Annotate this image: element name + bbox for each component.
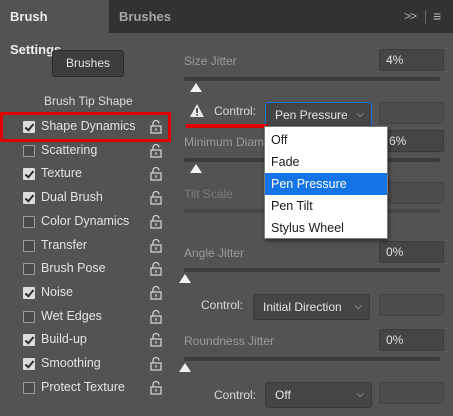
tilt-scale-label: Tilt Scale — [184, 187, 233, 201]
dropdown-option-off[interactable]: Off — [265, 129, 387, 151]
angle-jitter-slider[interactable] — [184, 268, 440, 272]
header-divider — [425, 10, 426, 24]
shape-dynamics-highlight — [0, 112, 171, 142]
brushes-button[interactable]: Brushes — [52, 50, 124, 77]
dropdown-option-fade[interactable]: Fade — [265, 151, 387, 173]
roundness-jitter-label: Roundness Jitter — [184, 334, 275, 348]
option-dual-brush[interactable]: Dual Brush — [20, 188, 165, 208]
checkbox-dual-brush[interactable] — [23, 192, 35, 204]
control-2-extra-field — [379, 294, 444, 316]
angle-jitter-field[interactable]: 0% — [379, 241, 444, 263]
control-dropdown-menu: Off Fade Pen Pressure Pen Tilt Stylus Wh… — [264, 126, 388, 239]
control-extra-field — [379, 102, 444, 124]
warning-icon — [190, 104, 204, 117]
dropdown-option-stylus-wheel[interactable]: Stylus Wheel — [265, 217, 387, 239]
lock-icon[interactable] — [149, 261, 163, 276]
angle-jitter-slider-thumb[interactable] — [179, 274, 191, 283]
control-highlight-line — [186, 124, 268, 128]
checkbox-build-up[interactable] — [23, 334, 35, 346]
option-noise[interactable]: Noise — [20, 283, 165, 303]
option-label: Protect Texture — [41, 380, 125, 394]
control-select-3[interactable]: Off ⌵ — [265, 382, 372, 408]
option-protect-texture[interactable]: Protect Texture — [20, 378, 165, 398]
control-select-3-value: Off — [275, 388, 291, 402]
min-diameter-field[interactable]: 6% — [379, 130, 444, 152]
checkbox-transfer[interactable] — [23, 240, 35, 252]
option-label: Brush Pose — [41, 261, 106, 275]
lock-icon[interactable] — [149, 356, 163, 371]
control-3-extra-field — [379, 382, 444, 404]
lock-icon[interactable] — [149, 380, 163, 395]
lock-icon[interactable] — [149, 285, 163, 300]
lock-icon[interactable] — [149, 190, 163, 205]
tab-brush-settings[interactable]: Brush Settings — [0, 0, 109, 57]
min-diameter-slider-thumb[interactable] — [190, 164, 202, 173]
control-select-2-value: Initial Direction — [263, 300, 342, 314]
option-texture[interactable]: Texture — [20, 164, 165, 184]
lock-icon[interactable] — [149, 238, 163, 253]
option-build-up[interactable]: Build-up — [20, 330, 165, 350]
tilt-scale-field — [379, 182, 444, 204]
lock-icon[interactable] — [149, 143, 163, 158]
size-jitter-slider[interactable] — [184, 77, 440, 81]
angle-jitter-label: Angle Jitter — [184, 246, 245, 260]
dropdown-option-pen-pressure[interactable]: Pen Pressure — [265, 173, 387, 195]
option-scattering[interactable]: Scattering — [20, 141, 165, 161]
checkbox-texture[interactable] — [23, 168, 35, 180]
option-label: Color Dynamics — [41, 214, 130, 228]
lock-icon[interactable] — [149, 214, 163, 229]
tab-brushes[interactable]: Brushes — [109, 0, 181, 33]
option-label: Noise — [41, 285, 73, 299]
lock-icon[interactable] — [149, 166, 163, 181]
option-label: Scattering — [41, 143, 98, 157]
option-transfer[interactable]: Transfer — [20, 236, 165, 256]
option-smoothing[interactable]: Smoothing — [20, 354, 165, 374]
option-wet-edges[interactable]: Wet Edges — [20, 307, 165, 327]
checkbox-color-dynamics[interactable] — [23, 216, 35, 228]
option-label: Transfer — [41, 238, 88, 252]
checkbox-scattering[interactable] — [23, 145, 35, 157]
control-label: Control: — [214, 104, 257, 118]
option-label: Smoothing — [41, 356, 101, 370]
chevron-down-icon: ⌵ — [356, 109, 364, 120]
size-jitter-label: Size Jitter — [184, 54, 237, 68]
option-brush-pose[interactable]: Brush Pose — [20, 259, 165, 279]
lock-icon[interactable] — [149, 309, 163, 324]
option-label: Build-up — [41, 332, 87, 346]
checkbox-noise[interactable] — [23, 287, 35, 299]
chevron-down-icon: ⌵ — [354, 301, 362, 312]
control-label-2: Control: — [201, 298, 244, 312]
control-select-2[interactable]: Initial Direction ⌵ — [253, 294, 370, 320]
brush-tip-shape-item[interactable]: Brush Tip Shape — [44, 94, 133, 108]
lock-icon[interactable] — [149, 332, 163, 347]
chevron-down-icon: ⌵ — [356, 389, 364, 400]
option-color-dynamics[interactable]: Color Dynamics — [20, 212, 165, 232]
option-label: Wet Edges — [41, 309, 102, 323]
panel-menu-icon[interactable]: ≡ — [433, 8, 441, 24]
dropdown-option-pen-tilt[interactable]: Pen Tilt — [265, 195, 387, 217]
checkbox-wet-edges[interactable] — [23, 311, 35, 323]
roundness-jitter-slider[interactable] — [184, 357, 440, 361]
option-label: Texture — [41, 166, 82, 180]
min-diameter-label: Minimum Diam — [184, 135, 264, 149]
control-select-value: Pen Pressure — [275, 108, 348, 122]
checkbox-smoothing[interactable] — [23, 358, 35, 370]
option-label: Dual Brush — [41, 190, 103, 204]
size-jitter-slider-thumb[interactable] — [190, 83, 202, 92]
roundness-jitter-field[interactable]: 0% — [379, 329, 444, 351]
checkbox-protect-texture[interactable] — [23, 382, 35, 394]
size-jitter-field[interactable]: 4% — [379, 49, 444, 71]
checkbox-brush-pose[interactable] — [23, 263, 35, 275]
roundness-jitter-slider-thumb[interactable] — [179, 363, 191, 372]
control-label-3: Control: — [214, 388, 257, 402]
control-select[interactable]: Pen Pressure ⌵ — [265, 102, 372, 128]
collapse-panel-icon[interactable]: >> — [404, 9, 417, 23]
